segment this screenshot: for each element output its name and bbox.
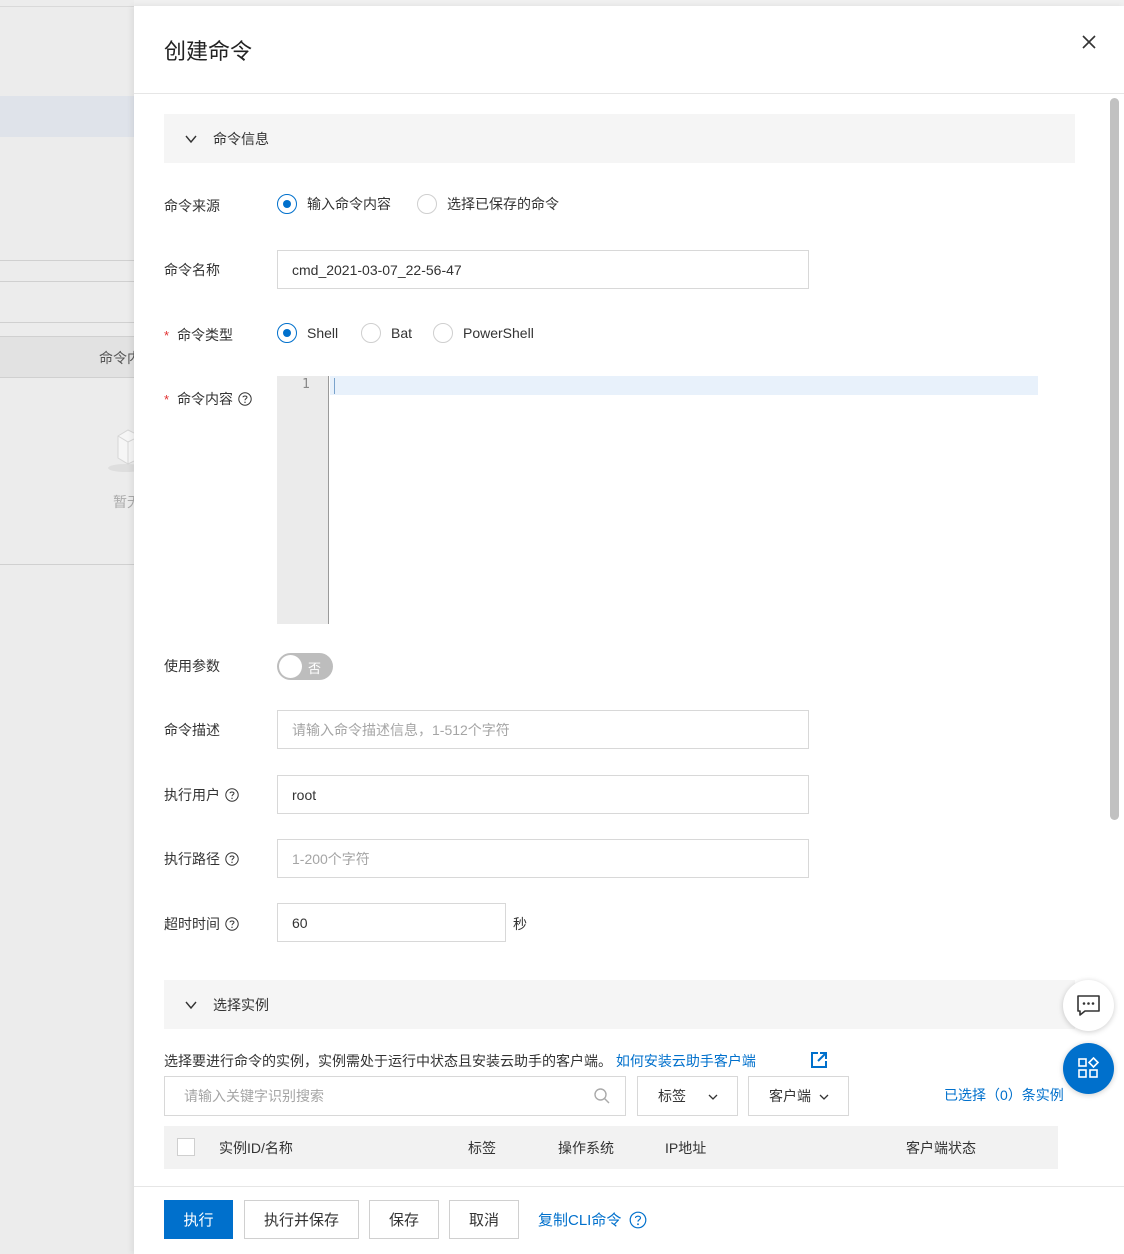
instance-search-input[interactable] [165,1077,585,1115]
help-icon[interactable] [225,917,239,931]
close-icon[interactable] [1078,31,1100,53]
column-tags[interactable]: 标签 [468,1138,496,1158]
column-os[interactable]: 操作系统 [558,1138,614,1158]
drawer-title: 创建命令 [164,39,253,64]
radio-circle-checked [277,323,297,343]
command-name-input[interactable] [277,250,809,289]
apps-float-button[interactable] [1063,1043,1114,1094]
line-number: 1 [302,377,310,392]
bg-table-header: 命令内 [0,336,134,378]
instances-table-header: 实例ID/名称 标签 操作系统 IP地址 客户端状态 [164,1126,1058,1169]
chat-icon [1077,995,1100,1016]
create-command-drawer: 创建命令 命令信息 命令来源 输入命令内容 选择已保存的命令 命令名称 * 命令… [134,6,1124,1254]
toggle-knob [279,655,302,678]
bg-divider [0,564,134,565]
bg-empty-text: 暂无 [113,494,134,510]
chevron-down-icon [185,1001,197,1010]
timeout-label: 超时时间 [164,914,239,934]
editor-cursor [334,378,335,394]
description-label: 命令描述 [164,722,220,738]
footer-divider [134,1186,1124,1187]
instances-description: 选择要进行命令的实例，实例需处于运行中状态且安装云助手的客户端。 如何安装云助手… [164,1053,756,1069]
required-mark: * [164,391,170,407]
help-icon[interactable] [629,1211,647,1229]
external-link-icon[interactable] [810,1051,828,1069]
chevron-down-icon [819,1094,829,1100]
chat-float-button[interactable] [1063,980,1114,1031]
timeout-input[interactable] [277,903,506,942]
toggle-label: 否 [308,661,322,676]
exec-user-input[interactable] [277,775,809,814]
required-mark: * [164,327,170,343]
radio-type-shell[interactable]: Shell [277,323,338,343]
background-page: 命令内 暂无 [0,0,134,1254]
help-icon[interactable] [225,852,239,866]
install-client-link[interactable]: 如何安装云助手客户端 [616,1053,756,1069]
bg-selected-row [0,96,134,137]
bg-divider [0,6,134,7]
exec-path-input[interactable] [277,839,809,878]
drawer-header-divider [134,93,1124,94]
empty-box-icon [108,429,134,472]
apps-grid-icon [1078,1057,1100,1078]
bg-divider [0,260,134,261]
chevron-down-icon [708,1094,718,1100]
use-params-label: 使用参数 [164,658,220,674]
select-all-checkbox[interactable] [177,1138,195,1156]
column-instance-id[interactable]: 实例ID/名称 [219,1138,293,1158]
radio-type-bat[interactable]: Bat [361,323,412,343]
editor-active-line [330,376,1038,395]
cancel-button[interactable]: 取消 [449,1200,519,1239]
bg-column-header: 命令内 [99,350,134,366]
client-filter-dropdown[interactable]: 客户端 [748,1076,849,1116]
column-ip[interactable]: IP地址 [665,1138,706,1158]
instance-search[interactable] [164,1076,626,1116]
content-label: * 命令内容 [164,389,252,409]
bg-divider [0,322,134,323]
radio-circle [417,194,437,214]
save-button[interactable]: 保存 [369,1200,439,1239]
radio-circle-checked [277,194,297,214]
timeout-unit: 秒 [513,916,527,932]
use-params-toggle[interactable]: 否 [277,653,333,680]
command-content-editor[interactable]: 1 [277,376,1038,624]
radio-type-powershell[interactable]: PowerShell [433,323,534,343]
section-command-info[interactable]: 命令信息 [164,114,1075,163]
exec-user-label: 执行用户 [164,785,239,805]
description-input[interactable] [277,710,809,749]
radio-circle [433,323,453,343]
chevron-down-icon [185,135,197,144]
column-client-status[interactable]: 客户端状态 [906,1138,976,1158]
help-icon[interactable] [238,392,252,406]
section-title: 命令信息 [213,131,269,147]
editor-gutter: 1 [277,376,329,624]
execute-button[interactable]: 执行 [164,1200,233,1239]
section-select-instances[interactable]: 选择实例 [164,980,1075,1029]
scrollbar-thumb[interactable] [1110,98,1119,820]
section-title: 选择实例 [213,997,269,1013]
execute-save-button[interactable]: 执行并保存 [244,1200,359,1239]
name-label: 命令名称 [164,262,220,278]
radio-input-content[interactable]: 输入命令内容 [277,194,391,214]
help-icon[interactable] [225,788,239,802]
bg-divider [0,281,134,282]
selected-instances-count[interactable]: 已选择（0）条实例 [944,1085,1064,1105]
source-label: 命令来源 [164,198,220,214]
type-label: * 命令类型 [164,327,234,343]
copy-cli-link[interactable]: 复制CLI命令 [538,1209,647,1230]
search-icon[interactable] [593,1087,611,1105]
exec-path-label: 执行路径 [164,849,239,869]
tag-filter-dropdown[interactable]: 标签 [637,1076,738,1116]
radio-circle [361,323,381,343]
radio-saved-command[interactable]: 选择已保存的命令 [417,194,559,214]
